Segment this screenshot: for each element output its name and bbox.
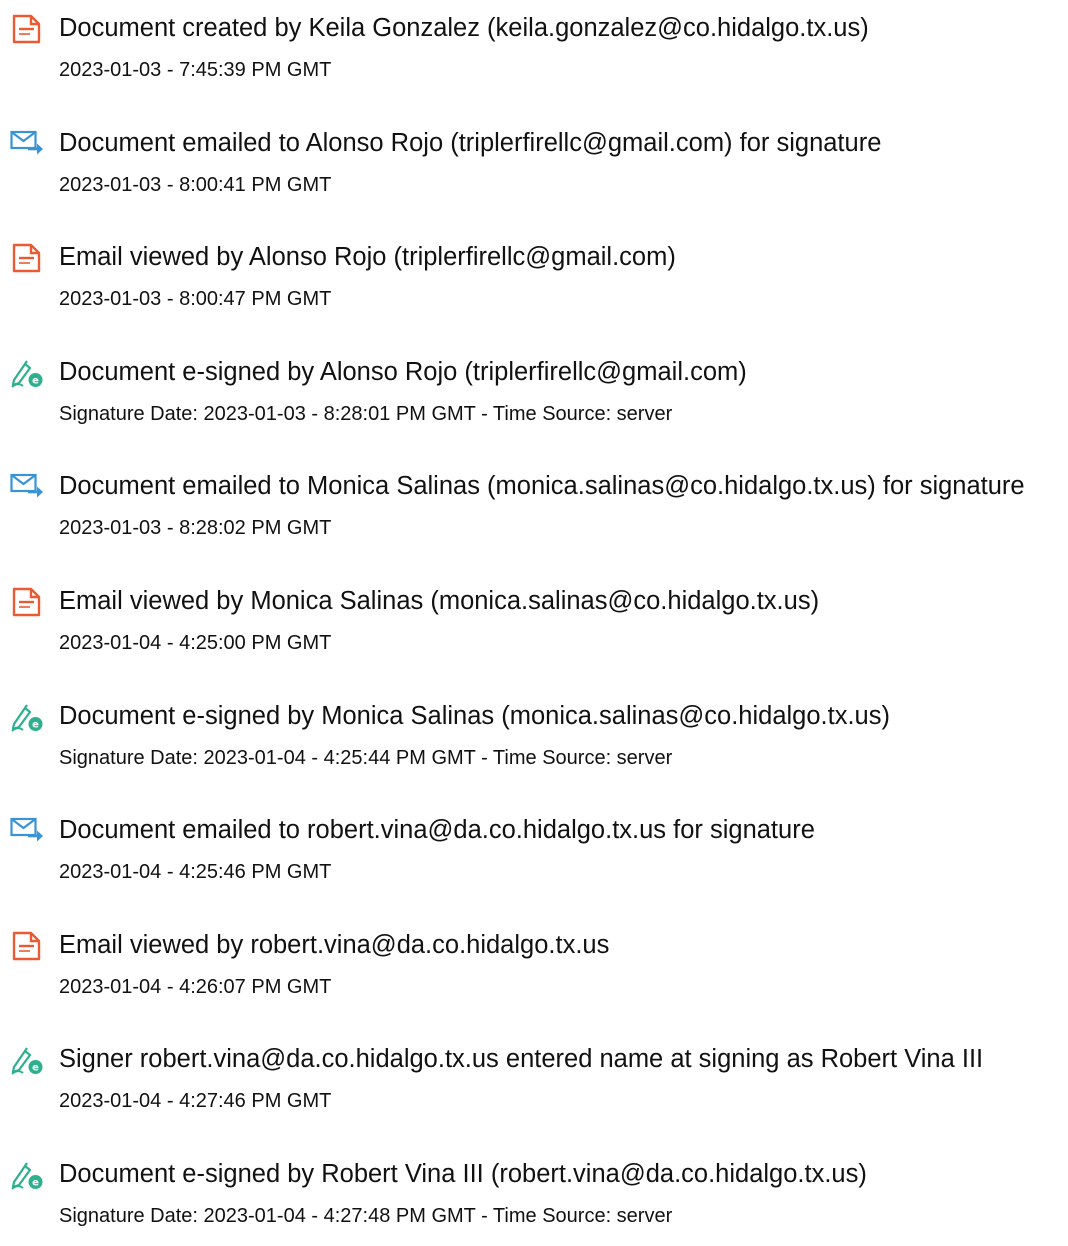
svg-text:e: e xyxy=(32,719,39,730)
event-title: Document emailed to Monica Salinas (moni… xyxy=(59,472,1025,501)
document-created-icon xyxy=(10,14,42,44)
e-sign-icon: e xyxy=(10,1160,43,1190)
event-timestamp: 2023-01-04 - 4:26:07 PM GMT xyxy=(59,975,332,998)
event-timestamp: 2023-01-03 - 8:00:41 PM GMT xyxy=(59,173,332,196)
event-timestamp: 2023-01-03 - 7:45:39 PM GMT xyxy=(59,59,332,81)
email-viewed-icon xyxy=(10,243,42,273)
event-timestamp: 2023-01-03 - 8:28:02 PM GMT xyxy=(59,517,332,540)
event-title: Email viewed by Monica Salinas (monica.s… xyxy=(59,587,820,615)
event-title: Document e-signed by Monica Salinas (mon… xyxy=(59,701,890,730)
audit-event: e Signer robert.vina@da.co.hidalgo.tx.us … xyxy=(0,1031,1068,1131)
e-sign-icon: e xyxy=(10,702,43,732)
event-timestamp: 2023-01-04 - 4:25:00 PM GMT xyxy=(59,632,332,654)
event-timestamp: Signature Date: 2023-01-04 - 4:25:44 PM … xyxy=(59,746,673,769)
audit-event: Email viewed by Alonso Rojo (triplerfire… xyxy=(0,229,1068,329)
event-title: Email viewed by robert.vina@da.co.hidalg… xyxy=(59,930,610,959)
audit-event: Email viewed by Monica Salinas (monica.s… xyxy=(0,573,1068,673)
audit-event: Document emailed to Monica Salinas (moni… xyxy=(0,458,1068,558)
audit-log: Document created by Keila Gonzalez (keil… xyxy=(0,0,1068,1227)
event-title: Document emailed to Alonso Rojo (tripler… xyxy=(59,128,882,157)
audit-event: Email viewed by robert.vina@da.co.hidalg… xyxy=(0,917,1068,1017)
event-title: Email viewed by Alonso Rojo (triplerfire… xyxy=(59,243,676,272)
svg-text:e: e xyxy=(32,1178,39,1189)
event-title: Document e-signed by Robert Vina III (ro… xyxy=(59,1160,867,1188)
svg-text:e: e xyxy=(32,375,39,386)
event-title: Document created by Keila Gonzalez (keil… xyxy=(59,14,869,42)
email-sent-icon xyxy=(10,129,43,159)
event-timestamp: Signature Date: 2023-01-04 - 4:27:48 PM … xyxy=(59,1205,673,1227)
audit-event: e Document e-signed by Monica Salinas (mo… xyxy=(0,688,1068,788)
event-title: Document emailed to robert.vina@da.co.hi… xyxy=(59,816,815,845)
event-title: Signer robert.vina@da.co.hidalgo.tx.us e… xyxy=(59,1045,984,1074)
event-timestamp: 2023-01-03 - 8:00:47 PM GMT xyxy=(59,288,332,311)
audit-event: Document created by Keila Gonzalez (keil… xyxy=(0,0,1068,100)
audit-event: e Document e-signed by Robert Vina III (r… xyxy=(0,1146,1068,1246)
email-viewed-icon xyxy=(10,931,42,961)
e-sign-icon: e xyxy=(10,358,43,388)
audit-event: Document emailed to Alonso Rojo (tripler… xyxy=(0,115,1068,215)
email-sent-icon xyxy=(10,472,43,502)
event-timestamp: 2023-01-04 - 4:25:46 PM GMT xyxy=(59,861,332,884)
audit-event: e Document e-signed by Alonso Rojo (tripl… xyxy=(0,344,1068,444)
event-timestamp: 2023-01-04 - 4:27:46 PM GMT xyxy=(59,1090,332,1113)
audit-event: Document emailed to robert.vina@da.co.hi… xyxy=(0,802,1068,902)
email-sent-icon xyxy=(10,816,43,846)
svg-text:e: e xyxy=(32,1063,39,1074)
e-sign-icon: e xyxy=(10,1045,43,1076)
email-viewed-icon xyxy=(10,587,42,617)
event-timestamp: Signature Date: 2023-01-03 - 8:28:01 PM … xyxy=(59,402,673,425)
event-title: Document e-signed by Alonso Rojo (triple… xyxy=(59,357,747,386)
